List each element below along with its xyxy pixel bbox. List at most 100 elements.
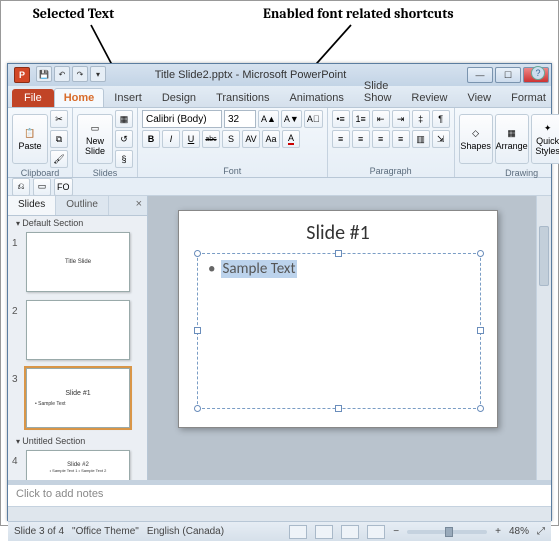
- help-icon[interactable]: ?: [531, 66, 545, 80]
- zoom-percent[interactable]: 48%: [509, 526, 529, 537]
- tab-view[interactable]: View: [457, 88, 501, 107]
- qat-dropdown[interactable]: ▾: [90, 66, 106, 82]
- group-drawing: ◇Shapes ▦Arrange ✦Quick Styles 🪣 ✎ ✨ Dra…: [455, 108, 559, 177]
- ribbon: 📋 Paste ✂ ⧉ 🖌 Clipboard ▭ New Slide: [8, 108, 551, 178]
- decrease-indent-button[interactable]: ⇤: [372, 110, 390, 128]
- bullets-button[interactable]: •≡: [332, 110, 350, 128]
- notes-pane[interactable]: Click to add notes: [8, 484, 551, 506]
- justify-button[interactable]: ≡: [392, 130, 410, 148]
- group-label-clipboard: Clipboard: [12, 168, 68, 179]
- status-language[interactable]: English (Canada): [147, 526, 224, 537]
- tab-design[interactable]: Design: [152, 88, 206, 107]
- horizontal-scrollbar[interactable]: [8, 506, 551, 521]
- tab-format[interactable]: Format: [501, 88, 556, 107]
- arrange-icon: ▦: [507, 128, 516, 139]
- slideshow-view-button[interactable]: [367, 525, 385, 539]
- tab-insert[interactable]: Insert: [104, 88, 152, 107]
- maximize-button[interactable]: ☐: [495, 67, 521, 83]
- group-paragraph: •≡ 1≡ ⇤ ⇥ ‡ ¶ ≡ ≡ ≡ ≡ ▥ ⇲: [328, 108, 455, 177]
- thumb-1[interactable]: Title Slide: [26, 232, 130, 292]
- thumb-3-num: 3: [12, 368, 22, 385]
- shadow-button[interactable]: S: [222, 130, 240, 148]
- zoom-out-button[interactable]: −: [393, 526, 399, 537]
- app-window: P 💾 ↶ ↷ ▾ Title Slide2.pptx - Microsoft …: [7, 63, 552, 521]
- bullet-line[interactable]: • Sample Text: [208, 260, 297, 278]
- tab-review[interactable]: Review: [401, 88, 457, 107]
- align-right-button[interactable]: ≡: [372, 130, 390, 148]
- status-slide-count: Slide 3 of 4: [14, 526, 64, 537]
- paste-button[interactable]: 📋 Paste: [12, 114, 48, 164]
- copy-button[interactable]: ⧉: [50, 130, 68, 148]
- grow-font-button[interactable]: A▲: [258, 110, 279, 128]
- below-btn-1[interactable]: ⎌: [12, 178, 30, 196]
- group-font: Calibri (Body) 32 A▲ A▼ A⃠ B I U abc S A…: [138, 108, 328, 177]
- annotation-enabled-shortcuts: Enabled font related shortcuts: [263, 5, 454, 22]
- panel-close-button[interactable]: ×: [131, 196, 147, 215]
- new-slide-button[interactable]: ▭ New Slide: [77, 114, 113, 164]
- tab-file[interactable]: File: [12, 89, 54, 107]
- workspace: Slides Outline × Default Section 1 Title…: [8, 196, 551, 480]
- quick-access-toolbar: 💾 ↶ ↷ ▾: [36, 66, 106, 82]
- italic-button[interactable]: I: [162, 130, 180, 148]
- font-color-button[interactable]: A: [282, 130, 300, 148]
- clear-format-button[interactable]: A⃠: [304, 110, 323, 128]
- content-textbox[interactable]: • Sample Text: [197, 253, 481, 409]
- tab-slideshow[interactable]: Slide Show: [354, 76, 402, 107]
- titlebar: P 💾 ↶ ↷ ▾ Title Slide2.pptx - Microsoft …: [8, 64, 551, 86]
- reading-view-button[interactable]: [341, 525, 359, 539]
- below-ribbon-toolbar: ⎌ ▭ FO: [8, 178, 551, 196]
- zoom-in-button[interactable]: +: [495, 526, 501, 537]
- section-button[interactable]: §: [115, 150, 133, 168]
- thumb-1-num: 1: [12, 232, 22, 249]
- font-name-input[interactable]: Calibri (Body): [142, 110, 222, 128]
- minimize-button[interactable]: —: [467, 67, 493, 83]
- panel-tab-slides[interactable]: Slides: [8, 196, 56, 215]
- fit-button[interactable]: ⤢: [537, 526, 545, 537]
- selected-text[interactable]: Sample Text: [221, 260, 296, 278]
- sorter-view-button[interactable]: [315, 525, 333, 539]
- reset-button[interactable]: ↺: [115, 130, 133, 148]
- section-default[interactable]: Default Section: [8, 216, 147, 230]
- qat-undo[interactable]: ↶: [54, 66, 70, 82]
- tab-transitions[interactable]: Transitions: [206, 88, 279, 107]
- tab-animations[interactable]: Animations: [279, 88, 353, 107]
- text-direction-button[interactable]: ¶: [432, 110, 450, 128]
- tab-home[interactable]: Home: [54, 88, 105, 107]
- align-center-button[interactable]: ≡: [352, 130, 370, 148]
- bold-button[interactable]: B: [142, 130, 160, 148]
- char-spacing-button[interactable]: AV: [242, 130, 260, 148]
- qat-save[interactable]: 💾: [36, 66, 52, 82]
- vertical-scrollbar[interactable]: [536, 196, 551, 480]
- increase-indent-button[interactable]: ⇥: [392, 110, 410, 128]
- shrink-font-button[interactable]: A▼: [281, 110, 302, 128]
- thumb-3[interactable]: Slide #1 • Sample Text: [26, 368, 130, 428]
- underline-button[interactable]: U: [182, 130, 200, 148]
- panel-tab-outline[interactable]: Outline: [56, 196, 109, 215]
- change-case-button[interactable]: Aa: [262, 130, 280, 148]
- arrange-button[interactable]: ▦Arrange: [495, 114, 529, 164]
- quick-styles-button[interactable]: ✦Quick Styles: [531, 114, 559, 164]
- below-btn-3[interactable]: FO: [54, 178, 73, 196]
- qat-redo[interactable]: ↷: [72, 66, 88, 82]
- layout-button[interactable]: ▦: [115, 110, 133, 128]
- below-btn-2[interactable]: ▭: [33, 178, 51, 196]
- columns-button[interactable]: ▥: [412, 130, 430, 148]
- shapes-button[interactable]: ◇Shapes: [459, 114, 493, 164]
- format-painter-button[interactable]: 🖌: [50, 150, 68, 168]
- normal-view-button[interactable]: [289, 525, 307, 539]
- cut-button[interactable]: ✂: [50, 110, 68, 128]
- slide-title[interactable]: Slide #1: [179, 221, 497, 245]
- section-untitled[interactable]: Untitled Section: [8, 434, 147, 448]
- thumb-4[interactable]: Slide #2 • Sample Text 1 • Sample Text 2: [26, 450, 130, 480]
- align-left-button[interactable]: ≡: [332, 130, 350, 148]
- zoom-slider[interactable]: [407, 530, 487, 534]
- smartart-button[interactable]: ⇲: [432, 130, 450, 148]
- ribbon-tabs: File Home Insert Design Transitions Anim…: [8, 86, 551, 108]
- font-size-input[interactable]: 32: [224, 110, 256, 128]
- line-spacing-button[interactable]: ‡: [412, 110, 430, 128]
- strike-button[interactable]: abc: [202, 130, 220, 148]
- numbering-button[interactable]: 1≡: [352, 110, 370, 128]
- app-icon: P: [14, 67, 30, 83]
- slide-canvas[interactable]: Slide #1 • Sample Text: [178, 210, 498, 428]
- thumb-2[interactable]: [26, 300, 130, 360]
